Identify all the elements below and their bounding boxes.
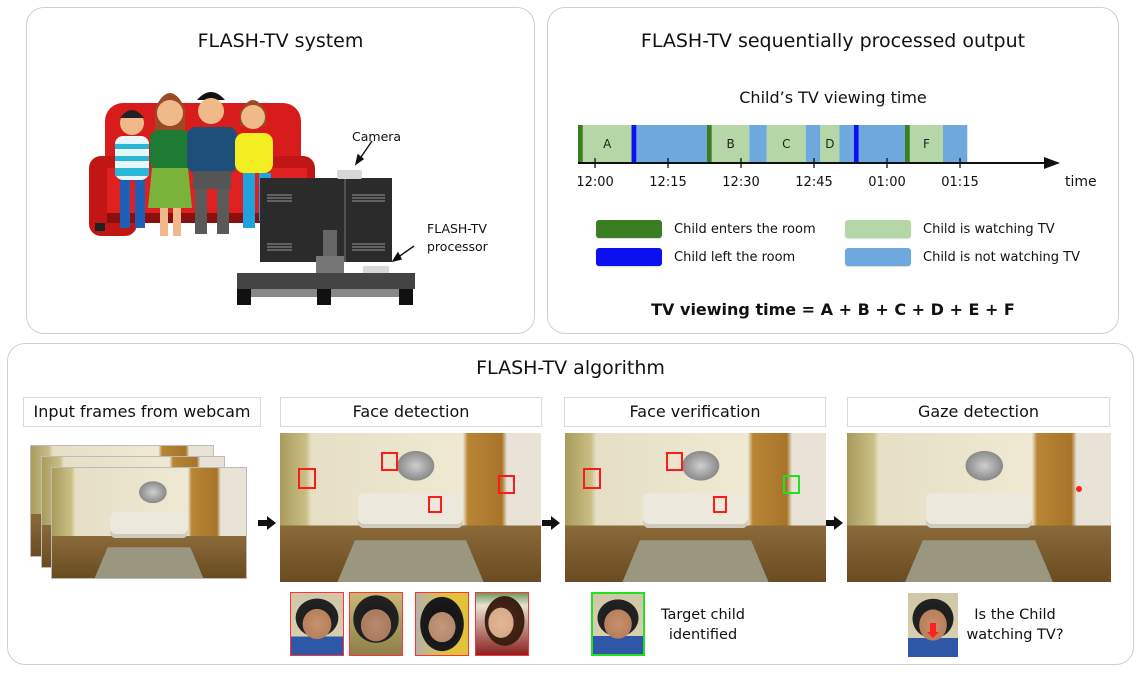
legend-item-left: Child left the room xyxy=(596,248,795,266)
family-watching-tv-illustration xyxy=(89,92,415,305)
time-axis-label: time xyxy=(1065,174,1097,190)
face-crop-portrait xyxy=(475,592,529,656)
segment-label: A xyxy=(603,137,612,151)
timeline-segment-enter xyxy=(905,125,910,162)
face-box-portrait xyxy=(666,452,683,471)
step-header-face-detection: Face detection xyxy=(280,397,542,427)
time-axis-arrowhead xyxy=(1044,157,1060,169)
axis-tick-label: 12:45 xyxy=(795,175,832,190)
axis-tick-label: 12:30 xyxy=(722,175,759,190)
algorithm-panel: FLASH-TV algorithm Input frames from web… xyxy=(7,343,1134,665)
legend-item-not-watching: Child is not watching TV xyxy=(845,248,1080,266)
legend-item-enters: Child enters the room xyxy=(596,220,816,238)
output-panel: FLASH-TV sequentially processed output C… xyxy=(547,7,1119,334)
target-child-face-crop xyxy=(591,592,645,656)
step-header-face-verification: Face verification xyxy=(564,397,826,427)
camera-icon xyxy=(337,170,362,179)
tv-stand-icon xyxy=(237,273,415,305)
gaze-marker xyxy=(1076,486,1082,492)
timeline-segment-not-watching xyxy=(636,125,707,162)
timeline-segment-not-watching xyxy=(858,125,906,162)
face-crop-adult xyxy=(349,592,403,656)
timeline-segment-enter xyxy=(578,125,583,162)
verification-caption-line2: identified xyxy=(668,627,738,643)
gaze-caption-line2: watching TV? xyxy=(966,627,1064,643)
step-header-gaze-detection: Gaze detection xyxy=(847,397,1110,427)
timeline-chart: A B C D F 12:00 12:15 12:30 12:45 01:00 01:15 tim… xyxy=(578,125,1097,190)
legend-swatch-watching xyxy=(845,220,911,238)
viewing-time-formula: TV viewing time = A + B + C + D + E + F xyxy=(651,300,1015,319)
flow-arrow-icon xyxy=(258,515,276,530)
timeline-title: Child’s TV viewing time xyxy=(739,88,927,107)
face-box-target-child-verified xyxy=(783,475,800,494)
legend-label-not-watching: Child is not watching TV xyxy=(923,249,1081,265)
system-panel: FLASH-TV system Camera FLASH-TV processo… xyxy=(26,7,535,334)
segment-label: F xyxy=(923,137,930,151)
processor-arrow-icon xyxy=(391,245,415,263)
processor-label: FLASH-TV processor xyxy=(427,220,488,256)
timeline-segment-not-watching xyxy=(805,125,821,162)
legend-swatch-enters xyxy=(596,220,662,238)
face-box-target-child xyxy=(498,475,515,494)
camera-label: Camera xyxy=(352,129,402,144)
segment-label: D xyxy=(825,137,834,151)
gaze-detection-frame xyxy=(847,433,1111,582)
legend-swatch-not-watching xyxy=(845,248,911,266)
face-crop-child xyxy=(290,592,344,656)
legend-label-left: Child left the room xyxy=(674,249,796,265)
axis-tick-label: 01:00 xyxy=(868,175,905,190)
face-box-adult xyxy=(583,468,601,489)
processor-label-line1: FLASH-TV xyxy=(427,221,487,236)
flow-arrow-icon xyxy=(542,515,560,530)
timeline-segment-enter xyxy=(706,125,712,162)
algorithm-panel-title: FLASH-TV algorithm xyxy=(476,357,665,379)
gaze-caption-line1: Is the Child xyxy=(974,607,1056,623)
tv-icon xyxy=(260,178,392,274)
face-detection-frame xyxy=(280,433,541,582)
output-panel-title: FLASH-TV sequentially processed output xyxy=(640,30,1026,52)
step-header-input: Input frames from webcam xyxy=(23,397,261,427)
face-box-portrait xyxy=(381,452,398,471)
legend-swatch-left xyxy=(596,248,662,266)
timeline-segment-not-watching xyxy=(839,125,854,162)
face-box-adult xyxy=(298,468,316,489)
axis-tick-label: 01:15 xyxy=(941,175,978,190)
segment-label: C xyxy=(782,137,790,151)
gaze-caption: Is the Child watching TV? xyxy=(960,605,1070,645)
axis-tick-label: 12:15 xyxy=(649,175,686,190)
verification-caption-line1: Target child xyxy=(661,607,745,623)
face-box-girl xyxy=(713,496,727,513)
timeline-segment-left xyxy=(853,125,859,162)
gaze-direction-arrow-icon xyxy=(927,623,939,638)
timeline-segment-left xyxy=(631,125,637,162)
gaze-face-crop xyxy=(908,593,958,657)
face-verification-frame xyxy=(565,433,826,582)
face-box-girl xyxy=(428,496,442,513)
processor-label-line2: processor xyxy=(427,239,488,254)
axis-tick-label: 12:00 xyxy=(578,175,614,190)
legend-label-enters: Child enters the room xyxy=(674,221,816,237)
face-crop-girl xyxy=(415,592,469,656)
legend-label-watching: Child is watching TV xyxy=(923,221,1055,237)
webcam-frame-front xyxy=(51,467,247,579)
flow-arrow-icon xyxy=(825,515,843,530)
segment-label: B xyxy=(726,137,734,151)
timeline-segment-not-watching xyxy=(942,125,968,162)
legend-item-watching: Child is watching TV xyxy=(845,220,1055,238)
timeline-segment-not-watching xyxy=(749,125,767,162)
verification-caption: Target child identified xyxy=(658,605,748,645)
